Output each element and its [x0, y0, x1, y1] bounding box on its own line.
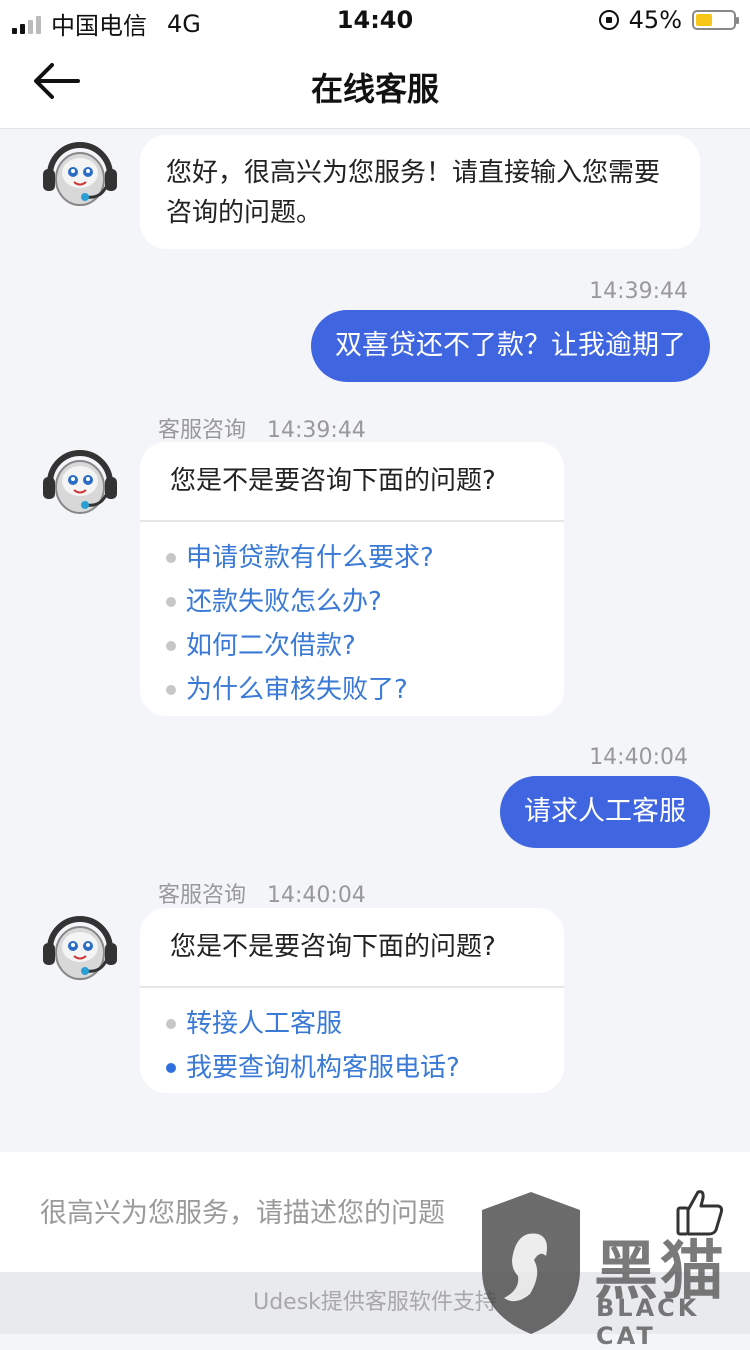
- bullet-icon: [166, 641, 176, 651]
- question-option[interactable]: 我要查询机构客服电话?: [166, 1046, 564, 1090]
- page-title: 在线客服: [310, 70, 439, 108]
- agent-meta: 客服咨询 14:39:44: [158, 412, 366, 444]
- bullet-icon: [166, 553, 176, 563]
- user-message-bubble: 请求人工客服: [500, 776, 710, 848]
- rotation-lock-icon: [598, 10, 619, 30]
- chat-area[interactable]: 您好，很高兴为您服务！请直接输入您需要咨询的问题。 14:39:44 双喜贷还不…: [0, 129, 750, 1129]
- user-message-text: 双喜贷还不了款？让我逾期了: [335, 330, 686, 361]
- message-timestamp: 14:40:04: [589, 745, 688, 770]
- cat-shield-icon: [482, 1192, 580, 1334]
- agent-sender-label: 客服咨询: [158, 883, 247, 908]
- agent-timestamp: 14:40:04: [267, 883, 366, 908]
- agent-avatar: [40, 909, 120, 989]
- question-list: 申请贷款有什么要求? 还款失败怎么办? 如何二次借款? 为什么审核失败了?: [140, 522, 564, 722]
- battery-percent: 45%: [628, 6, 682, 34]
- agent-greeting-bubble: 您好，很高兴为您服务！请直接输入您需要咨询的问题。: [140, 135, 700, 249]
- question-list: 转接人工客服 我要查询机构客服电话?: [140, 988, 564, 1100]
- question-heading: 您是不是要咨询下面的问题?: [140, 908, 564, 988]
- question-card: 您是不是要咨询下面的问题? 申请贷款有什么要求? 还款失败怎么办? 如何二次借款…: [140, 442, 564, 716]
- agent-meta: 客服咨询 14:40:04: [158, 877, 366, 909]
- nav-bar: 在线客服: [0, 40, 750, 129]
- user-message-bubble: 双喜贷还不了款？让我逾期了: [311, 310, 710, 382]
- question-option[interactable]: 申请贷款有什么要求?: [166, 536, 564, 580]
- agent-avatar: [40, 443, 120, 523]
- watermark-english: BLACK CAT: [596, 1294, 700, 1350]
- question-option[interactable]: 转接人工客服: [166, 1002, 564, 1046]
- black-cat-watermark: 黑猫 BLACK CAT: [476, 1190, 750, 1350]
- user-message-text: 请求人工客服: [524, 796, 686, 827]
- bullet-icon: [166, 685, 176, 695]
- bullet-icon: [166, 597, 176, 607]
- status-bar: 中国电信 4G 14:40 45%: [0, 0, 750, 40]
- bullet-icon: [166, 1019, 176, 1029]
- greeting-text: 您好，很高兴为您服务！请直接输入您需要咨询的问题。: [166, 158, 661, 228]
- robot-headset-icon: [43, 916, 117, 980]
- robot-headset-icon: [43, 142, 117, 206]
- question-heading: 您是不是要咨询下面的问题?: [140, 442, 564, 522]
- question-option[interactable]: 还款失败怎么办?: [166, 580, 564, 624]
- battery-icon: [692, 10, 739, 30]
- agent-avatar: [40, 135, 120, 215]
- message-timestamp: 14:39:44: [589, 279, 688, 304]
- agent-sender-label: 客服咨询: [158, 418, 247, 443]
- question-option[interactable]: 为什么审核失败了?: [166, 668, 564, 712]
- question-option[interactable]: 如何二次借款?: [166, 624, 564, 668]
- agent-timestamp: 14:39:44: [267, 418, 366, 443]
- question-card: 您是不是要咨询下面的问题? 转接人工客服 我要查询机构客服电话?: [140, 908, 564, 1093]
- bullet-icon: [166, 1063, 176, 1073]
- robot-headset-icon: [43, 450, 117, 514]
